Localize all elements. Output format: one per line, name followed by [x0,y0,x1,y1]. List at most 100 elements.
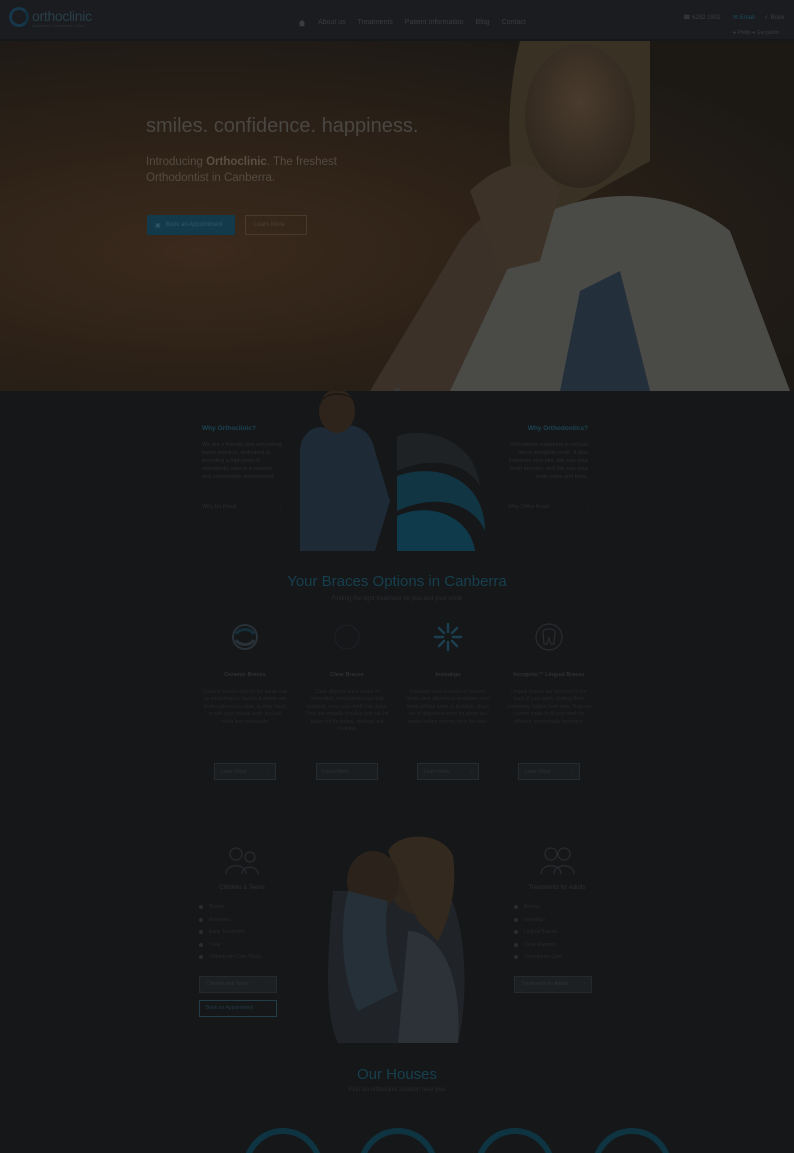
location-pin-icon: ● [752,30,756,36]
list-item[interactable]: Early Treatment [199,926,285,939]
location-phillip[interactable]: Phillip [737,30,750,36]
our-houses-title: Our Houses [356,1066,438,1083]
card-text: Clear aligners are a series of removable… [305,689,389,733]
list-item[interactable]: Clear [199,939,285,952]
chevron-right-icon: › [267,768,269,775]
why-orthodontics-heading: Why Orthodontics? [527,425,588,432]
list-item[interactable]: Invisalign [514,914,600,927]
braces-options-title: Your Braces Options in Canberra [287,573,507,590]
learn-more-label: Learn More [254,222,285,228]
adults-title: Treatments for Adults [528,885,586,891]
book-appointment-button[interactable]: ▣ Book an Appointment [147,215,235,235]
logo[interactable]: orthoclinic Canberra's Orthodontic Clini… [9,7,93,28]
why-orthodontics: Why Orthodontics? Orthodontic treatment … [508,425,588,511]
learn-more-button[interactable]: Learn More › [316,763,378,780]
card-clear-braces: Clear Braces Clear aligners are a series… [304,622,390,780]
nav-patient-information[interactable]: Patient Information [405,19,464,27]
chevron-right-icon: › [369,768,371,775]
orthodontist-logo-image [300,391,485,551]
why-orthoclinic-heading: Why Orthoclinic? [202,425,256,432]
adults-list: Braces Invisalign Lingual Braces Clear A… [514,901,600,964]
email-link[interactable]: ✉ Email [733,14,755,21]
card-title: Ceramic Braces [224,672,266,678]
chevron-right-icon: › [583,981,585,987]
list-item[interactable]: Braces [514,901,600,914]
book-link[interactable]: ✓ Book [764,14,784,21]
house-circle[interactable] [243,1128,323,1153]
children-teens-button-label: Children and Teens [206,981,249,987]
why-orthoclinic-text: We are a friendly and welcoming family p… [202,442,282,480]
hero-brand: Orthoclinic [206,156,267,168]
list-item[interactable]: Orthodontic Care Plans [199,951,285,964]
children-teens-title: Children & Teens [219,885,265,891]
list-item[interactable]: Lingual Braces [514,926,600,939]
card-invisalign: Invisalign Invisalign uses a series of c… [405,622,491,780]
chevron-right-icon: › [268,981,270,987]
why-orthodontics-link[interactable]: Why Ortho Read › [508,503,588,511]
card-title: Invisalign [435,672,461,678]
house-circle[interactable] [592,1128,672,1153]
book-appointment-label: Book an Appointment [165,222,223,228]
list-item[interactable]: Retainers [199,914,285,927]
locations: ● Phillip ● Gungahlin [733,30,779,36]
nav-treatments[interactable]: Treatments [358,19,393,27]
chevron-right-icon: › [470,768,472,775]
list-item[interactable]: Orthodontic Care [514,951,600,964]
clear-braces-icon [334,624,360,650]
hero-title: smiles. confidence. happiness. [146,115,419,137]
hero-subtitle: Introducing Orthoclinic. The freshest Or… [146,154,366,186]
chevron-right-icon: › [268,1005,270,1011]
hero-woman-image [370,41,790,391]
nav-about-us[interactable]: About us [318,19,346,27]
learn-more-button[interactable]: Learn More › [518,763,580,780]
learn-more-button[interactable]: Learn More › [417,763,479,780]
adults-button[interactable]: Treatments for Adults › [514,975,592,993]
card-title: Clear Braces [330,672,364,678]
why-orthodontics-text: Orthodontic treatment is not just about … [508,442,588,480]
chevron-right-icon: › [571,768,573,775]
phone-number-text: 6282 1902 [692,15,721,21]
site-header: orthoclinic Canberra's Orthodontic Clini… [0,0,794,40]
logo-mark-icon [9,7,29,27]
book-appointment-button[interactable]: Book an Appointment › [199,999,277,1017]
main-nav: About us Treatments Patient Information … [298,19,526,27]
learn-more-label: Learn More [221,768,247,775]
learn-more-label: Learn More [323,768,349,775]
nav-blog[interactable]: Blog [476,19,490,27]
home-icon[interactable] [298,19,306,27]
nav-contact[interactable]: Contact [502,19,526,27]
chevron-right-icon: › [586,504,588,510]
hero-banner: smiles. confidence. happiness. Introduci… [0,41,794,391]
book-appointment-label: Book an Appointment [206,1005,254,1011]
why-orthoclinic-link[interactable]: Why Us Read › [202,503,282,511]
calendar-icon: ▣ [155,222,161,229]
ceramic-braces-icon [232,624,258,650]
why-section: Why Orthoclinic? We are a friendly and w… [0,391,794,561]
braces-options-subtitle: Finding the right treatment for you and … [331,596,463,602]
our-houses-subtitle: Find an orthoclinic location near you [348,1087,446,1093]
why-orthodontics-link-label: Why Ortho Read [508,504,549,510]
learn-more-label: Learn More [525,768,551,775]
hero-intro: Introducing [146,156,203,168]
learn-more-label: Learn More [424,768,450,775]
children-teens-column: Children & Teens Braces Retainers Early … [199,845,285,1017]
child-parent-icon [225,847,259,875]
phone-number[interactable]: ☎ 6282 1902 [683,14,721,21]
card-title: Incognito™ Lingual Braces [513,672,585,678]
card-text: Lingual braces are attached to the back … [506,689,592,725]
learn-more-button[interactable]: Learn More › [214,763,276,780]
book-link-text: Book [770,15,785,21]
mother-child-image [328,836,465,1043]
location-gungahlin[interactable]: Gungahlin [757,30,780,36]
list-item[interactable]: Clear Aligners [514,939,600,952]
children-teens-button[interactable]: Children and Teens › [199,975,277,993]
list-item[interactable]: Braces [199,901,285,914]
card-text: Ceramic braces work in the same way as m… [202,689,288,725]
house-circle[interactable] [358,1128,438,1153]
house-circle[interactable] [475,1128,555,1153]
families-section: Children & Teens Braces Retainers Early … [0,795,794,1045]
why-orthoclinic: Why Orthoclinic? We are a friendly and w… [202,425,282,511]
lingual-braces-icon [535,623,563,651]
learn-more-button[interactable]: Learn More [245,215,307,235]
card-lingual-braces: Incognito™ Lingual Braces Lingual braces… [506,622,592,780]
